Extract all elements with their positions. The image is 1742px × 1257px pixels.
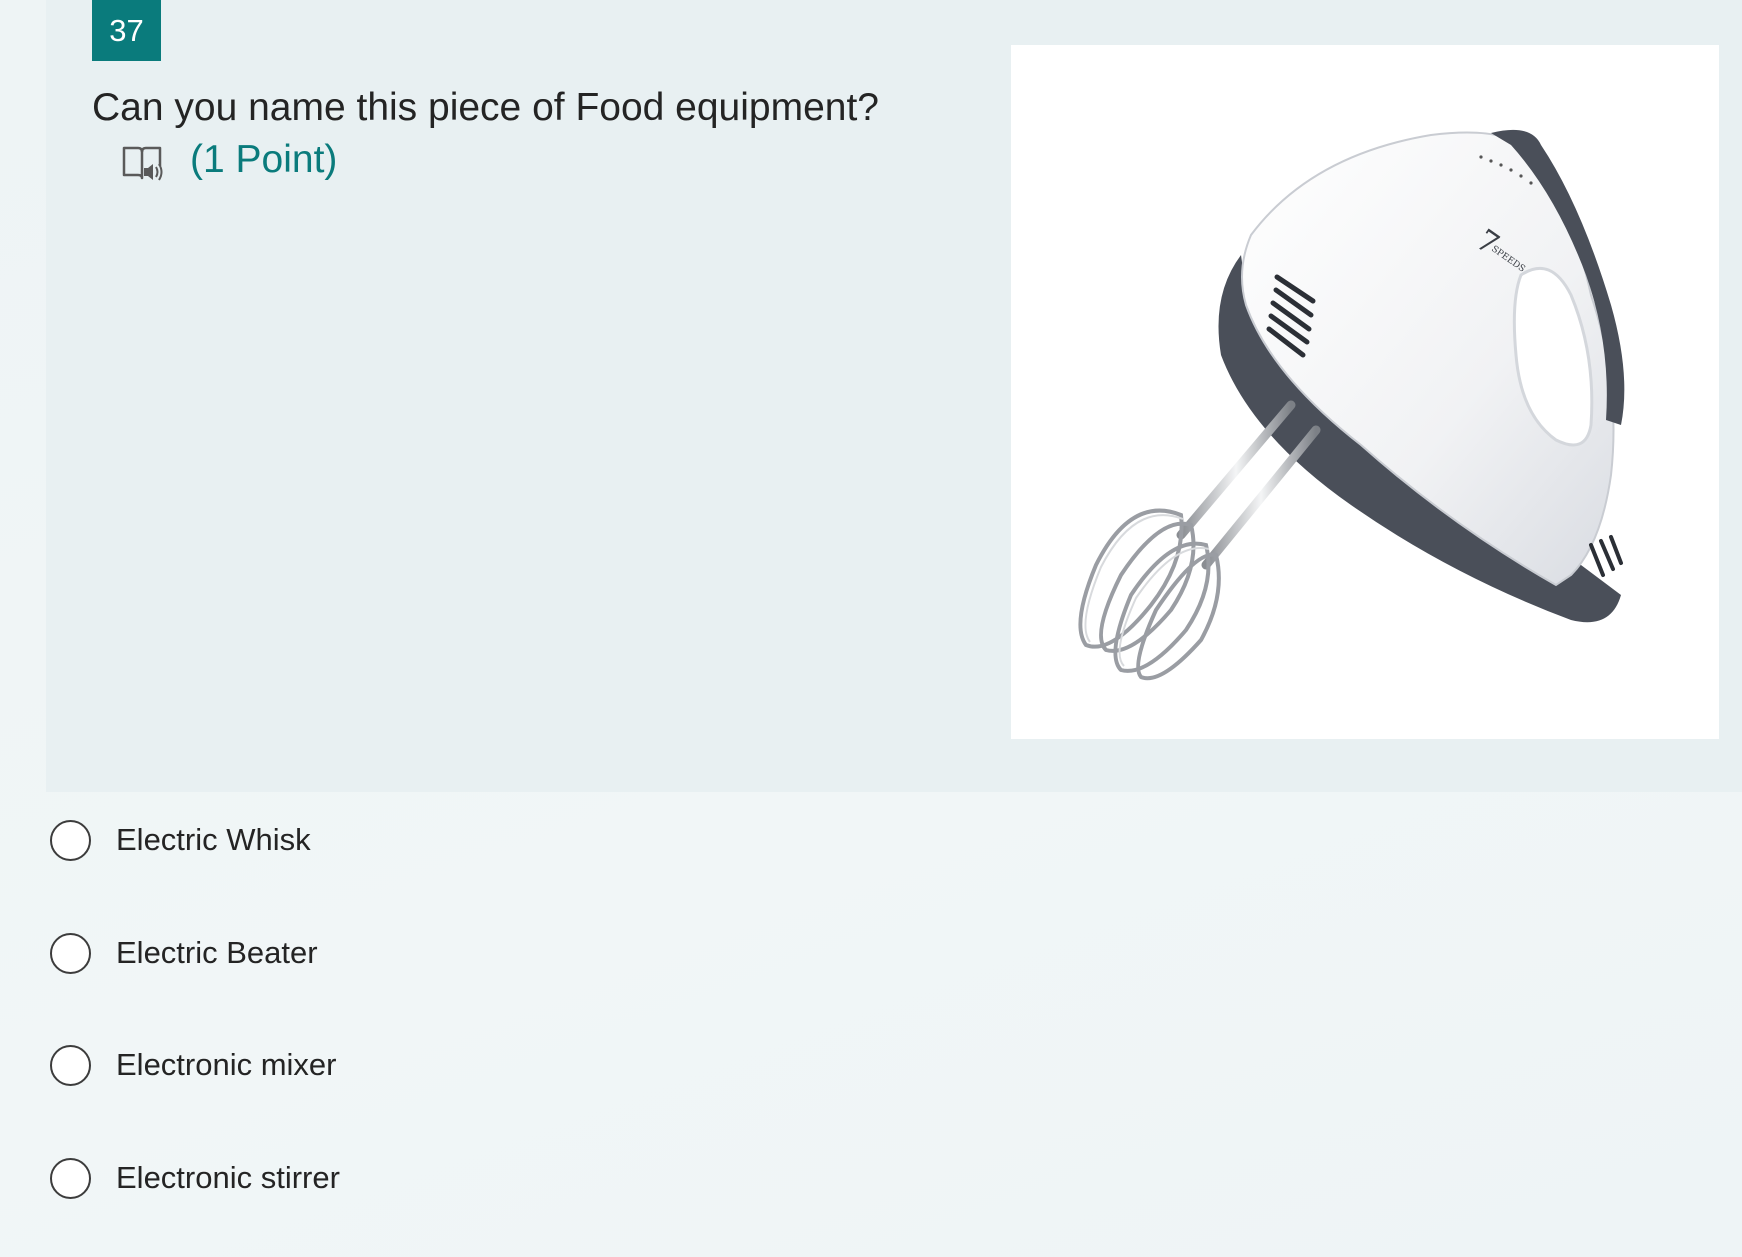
option-label: Electronic stirrer: [116, 1160, 340, 1195]
radio-button-icon[interactable]: [50, 819, 91, 861]
option-electric-beater[interactable]: Electric Beater: [50, 923, 750, 983]
question-number-badge: 37: [92, 0, 161, 61]
question-title: Can you name this piece of Food equipmen…: [92, 86, 879, 129]
radio-button-icon[interactable]: [50, 932, 91, 974]
radio-button-icon[interactable]: [50, 1157, 91, 1199]
immersive-reader-icon[interactable]: [120, 144, 164, 184]
question-points: (1 Point): [190, 138, 338, 181]
option-label: Electric Beater: [116, 935, 318, 970]
option-label: Electronic mixer: [116, 1047, 337, 1082]
option-electric-whisk[interactable]: Electric Whisk: [50, 810, 750, 870]
option-electronic-stirrer[interactable]: Electronic stirrer: [50, 1148, 750, 1208]
hand-mixer-illustration: 7 SPEEDS: [1078, 129, 1625, 681]
radio-button-icon[interactable]: [50, 1044, 91, 1086]
option-label: Electric Whisk: [116, 822, 311, 857]
option-electronic-mixer[interactable]: Electronic mixer: [50, 1035, 750, 1095]
question-image: 7 SPEEDS: [1011, 45, 1719, 739]
